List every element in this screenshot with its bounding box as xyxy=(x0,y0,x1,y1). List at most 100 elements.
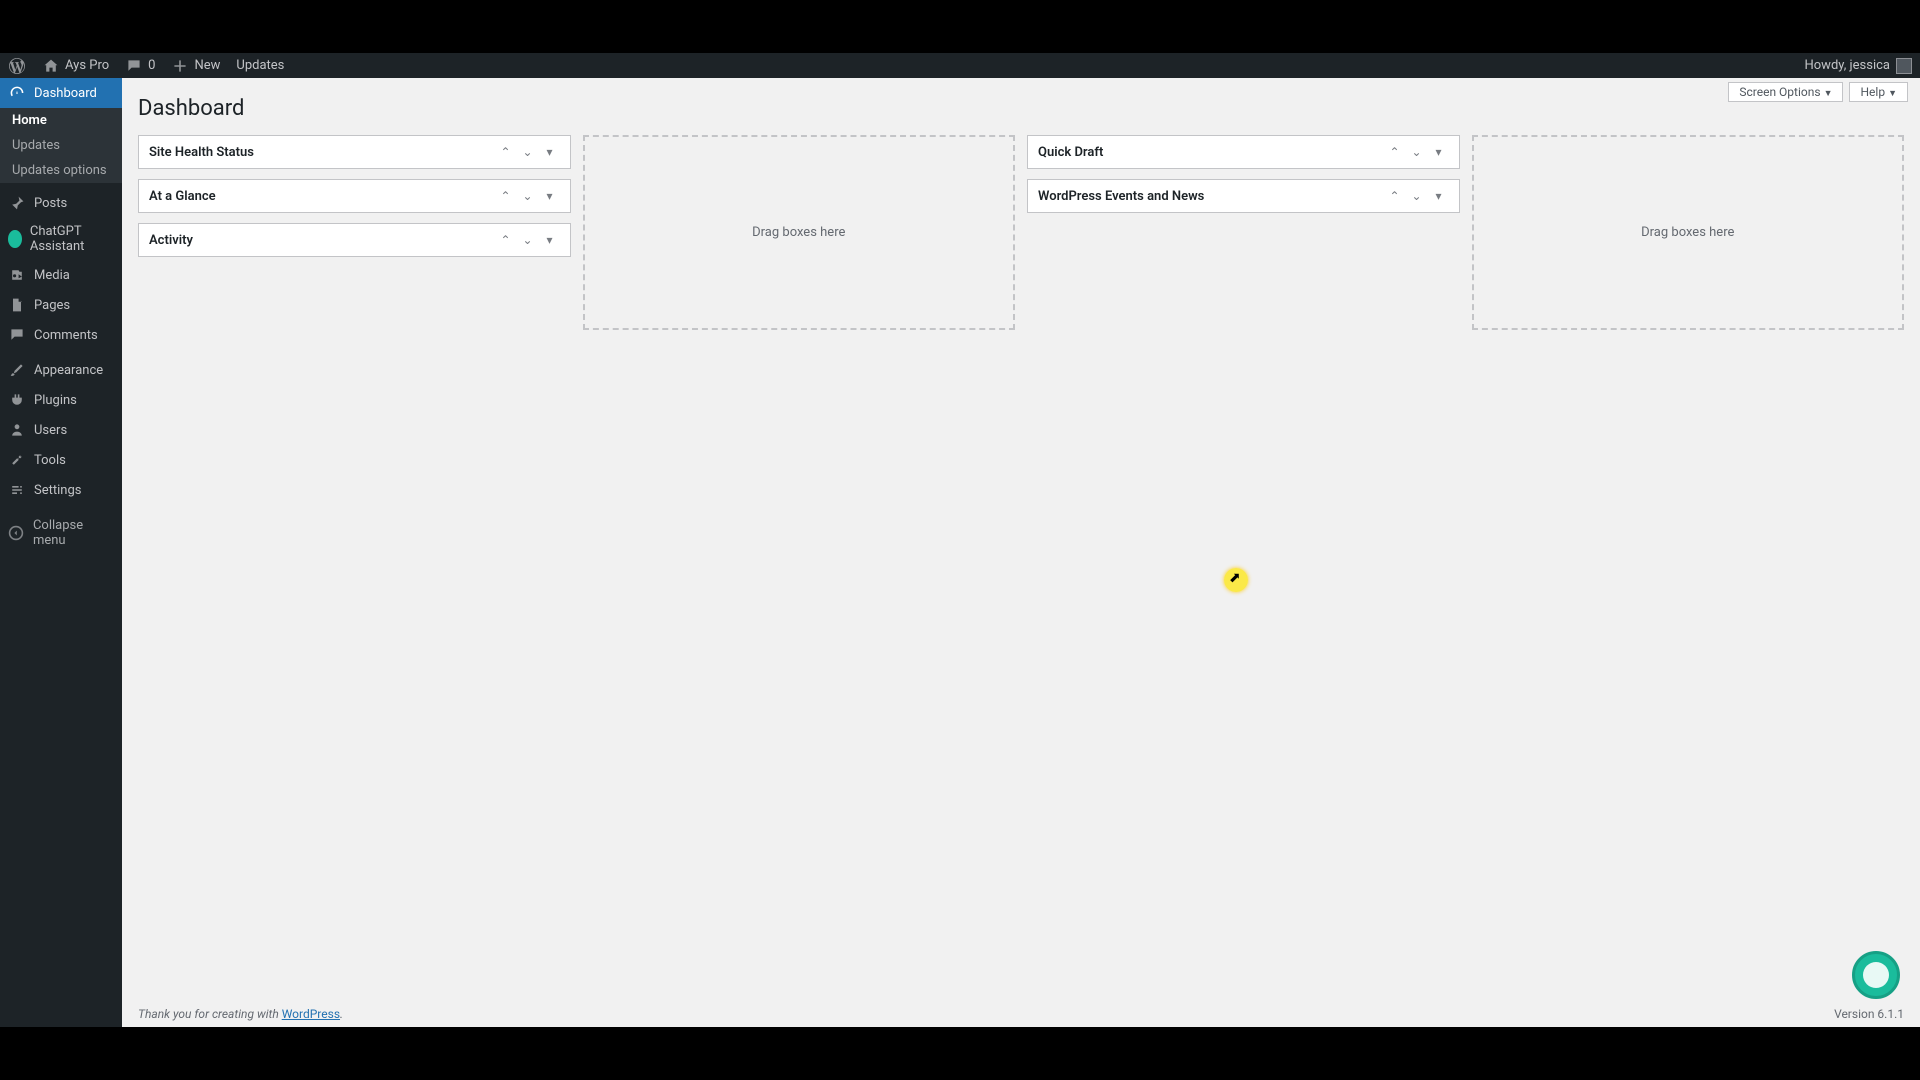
sidebar-label: Media xyxy=(34,268,70,283)
wordpress-link[interactable]: WordPress xyxy=(282,1007,340,1021)
comments-link[interactable]: 0 xyxy=(117,53,163,78)
admin-footer: Thank you for creating with WordPress. V… xyxy=(138,1007,1904,1021)
drop-zone[interactable]: Drag boxes here xyxy=(583,135,1016,330)
collapse-label: Collapse menu xyxy=(33,518,114,548)
move-down-button[interactable]: ⌄ xyxy=(518,230,538,250)
widget-title: At a Glance xyxy=(149,189,496,204)
howdy-text: Howdy, jessica xyxy=(1804,58,1890,73)
sidebar-item-dashboard[interactable]: Dashboard xyxy=(0,78,122,108)
sidebar-sub-updates[interactable]: Updates xyxy=(0,133,122,158)
footer-thank-you: Thank you for creating with xyxy=(138,1007,282,1021)
wp-logo[interactable] xyxy=(0,53,34,78)
pin-icon xyxy=(8,194,26,212)
page-title: Dashboard xyxy=(138,96,1904,121)
dashboard-column-1: Site Health Status ⌃ ⌄ ▾ At a Glance ⌃ xyxy=(138,135,571,267)
sidebar-sub-home[interactable]: Home xyxy=(0,108,122,133)
new-label: New xyxy=(194,58,220,73)
version-text: Version 6.1.1 xyxy=(1834,1007,1904,1021)
sidebar-item-tools[interactable]: Tools xyxy=(0,445,122,475)
assistant-icon xyxy=(1863,962,1889,988)
widget-at-a-glance[interactable]: At a Glance ⌃ ⌄ ▾ xyxy=(138,179,571,213)
chevron-down-icon: ▼ xyxy=(1888,89,1897,99)
settings-icon xyxy=(8,481,26,499)
comments-icon xyxy=(8,326,26,344)
dashboard-column-4: Drag boxes here xyxy=(1472,135,1905,330)
dashboard-column-3: Quick Draft ⌃ ⌄ ▾ WordPress Events and N… xyxy=(1027,135,1460,223)
widget-wordpress-news[interactable]: WordPress Events and News ⌃ ⌄ ▾ xyxy=(1027,179,1460,213)
move-down-button[interactable]: ⌄ xyxy=(518,186,538,206)
site-name-text: Ays Pro xyxy=(65,58,109,73)
sidebar-label: Comments xyxy=(34,328,98,343)
sidebar-item-users[interactable]: Users xyxy=(0,415,122,445)
sidebar-item-pages[interactable]: Pages xyxy=(0,290,122,320)
sidebar-item-settings[interactable]: Settings xyxy=(0,475,122,505)
sidebar-label: Posts xyxy=(34,196,67,211)
toggle-button[interactable]: ▾ xyxy=(540,230,560,250)
move-up-button[interactable]: ⌃ xyxy=(496,142,516,162)
widget-quick-draft[interactable]: Quick Draft ⌃ ⌄ ▾ xyxy=(1027,135,1460,169)
toggle-button[interactable]: ▾ xyxy=(1429,186,1449,206)
sidebar-label: Plugins xyxy=(34,393,77,408)
sidebar-item-plugins[interactable]: Plugins xyxy=(0,385,122,415)
widget-title: Site Health Status xyxy=(149,145,496,160)
dashboard-icon xyxy=(8,84,26,102)
new-content-link[interactable]: New xyxy=(163,53,228,78)
sidebar-label: Dashboard xyxy=(34,86,97,101)
move-up-button[interactable]: ⌃ xyxy=(1385,186,1405,206)
widget-title: Activity xyxy=(149,233,496,248)
collapse-icon xyxy=(8,524,25,542)
collapse-menu[interactable]: Collapse menu xyxy=(0,510,122,556)
account-menu[interactable]: Howdy, jessica xyxy=(1804,58,1920,74)
sidebar-item-comments[interactable]: Comments xyxy=(0,320,122,350)
brush-icon xyxy=(8,361,26,379)
comment-icon xyxy=(125,57,143,75)
wordpress-icon xyxy=(8,57,26,75)
chat-assistant-button[interactable] xyxy=(1852,951,1900,999)
updates-link[interactable]: Updates xyxy=(228,53,292,78)
toggle-button[interactable]: ▾ xyxy=(1429,142,1449,162)
media-icon xyxy=(8,266,26,284)
move-down-button[interactable]: ⌄ xyxy=(518,142,538,162)
sidebar-label: Pages xyxy=(34,298,70,313)
user-icon xyxy=(8,421,26,439)
avatar xyxy=(1896,58,1912,74)
widget-site-health[interactable]: Site Health Status ⌃ ⌄ ▾ xyxy=(138,135,571,169)
toggle-button[interactable]: ▾ xyxy=(540,142,560,162)
sidebar-item-media[interactable]: Media xyxy=(0,260,122,290)
comments-count: 0 xyxy=(148,58,155,73)
dashboard-column-2: Drag boxes here xyxy=(583,135,1016,330)
drop-zone[interactable]: Drag boxes here xyxy=(1472,135,1905,330)
sidebar-label: Users xyxy=(34,423,67,438)
sidebar-label: ChatGPT Assistant xyxy=(30,224,114,254)
widget-title: Quick Draft xyxy=(1038,145,1385,160)
plugin-icon xyxy=(8,391,26,409)
move-down-button[interactable]: ⌄ xyxy=(1407,186,1427,206)
cursor-highlight xyxy=(1224,568,1248,592)
admin-bar: Ays Pro 0 New Updates Howdy, jessica xyxy=(0,53,1920,78)
sidebar-sub-updates-options[interactable]: Updates options xyxy=(0,158,122,183)
move-up-button[interactable]: ⌃ xyxy=(496,186,516,206)
page-icon xyxy=(8,296,26,314)
content-area: Screen Options▼ Help▼ Dashboard Site Hea… xyxy=(122,78,1920,1027)
widget-activity[interactable]: Activity ⌃ ⌄ ▾ xyxy=(138,223,571,257)
chevron-down-icon: ▼ xyxy=(1824,89,1833,99)
updates-label: Updates xyxy=(236,58,284,73)
help-button[interactable]: Help▼ xyxy=(1849,82,1908,102)
sidebar-label: Settings xyxy=(34,483,81,498)
move-up-button[interactable]: ⌃ xyxy=(496,230,516,250)
sidebar-label: Appearance xyxy=(34,363,103,378)
sidebar-label: Tools xyxy=(34,453,66,468)
site-name-link[interactable]: Ays Pro xyxy=(34,53,117,78)
sidebar-item-posts[interactable]: Posts xyxy=(0,188,122,218)
sidebar-item-chatgpt[interactable]: ChatGPT Assistant xyxy=(0,218,122,260)
screen-options-button[interactable]: Screen Options▼ xyxy=(1728,82,1843,102)
wrench-icon xyxy=(8,451,26,469)
move-down-button[interactable]: ⌄ xyxy=(1407,142,1427,162)
chatgpt-icon xyxy=(8,230,22,248)
home-icon xyxy=(42,57,60,75)
move-up-button[interactable]: ⌃ xyxy=(1385,142,1405,162)
toggle-button[interactable]: ▾ xyxy=(540,186,560,206)
sidebar-item-appearance[interactable]: Appearance xyxy=(0,355,122,385)
plus-icon xyxy=(171,57,189,75)
widget-title: WordPress Events and News xyxy=(1038,189,1385,204)
